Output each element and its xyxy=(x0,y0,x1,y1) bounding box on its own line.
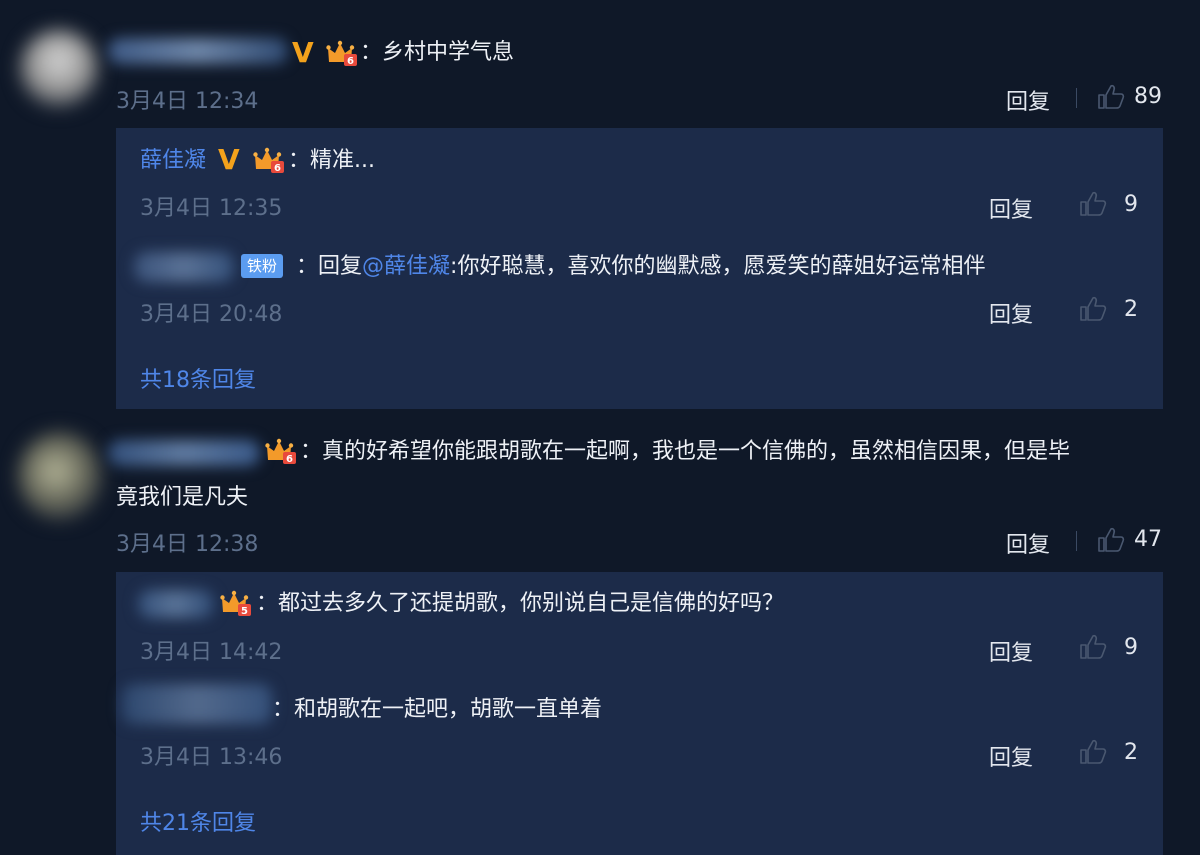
reply-button[interactable]: 回复 xyxy=(989,740,1033,772)
reply-panel: ：都过去多久了还提胡歌，你别说自己是信佛的好吗？ 3月4日 14:42 回复 9… xyxy=(116,572,1163,855)
username-blurred[interactable] xyxy=(122,684,272,724)
like-count: 2 xyxy=(1124,297,1138,322)
like-count: 9 xyxy=(1124,635,1138,660)
thumbs-up-icon[interactable] xyxy=(1079,296,1107,322)
username-blurred[interactable] xyxy=(108,440,260,466)
reply-text: ：都过去多久了还提胡歌，你别说自己是信佛的好吗？ xyxy=(256,591,785,616)
reply-button[interactable]: 回复 xyxy=(989,297,1033,329)
avatar[interactable] xyxy=(20,30,98,108)
mention-link[interactable]: @薛佳凝 xyxy=(362,254,450,279)
reply-prefix: ：回复 xyxy=(296,254,363,279)
reply-time: 3月4日 14:42 xyxy=(140,640,283,665)
comment-text-line2: 竟我们是凡夫 xyxy=(116,485,249,510)
divider xyxy=(1076,88,1077,108)
like-count: 2 xyxy=(1124,740,1138,765)
crown-level-icon xyxy=(220,590,252,618)
more-replies-link[interactable]: 共18条回复 xyxy=(140,362,256,394)
reply-time: 3月4日 12:35 xyxy=(140,196,283,221)
reply-panel: 薛佳凝 V ：精准... 3月4日 12:35 回复 9 铁粉 ：回复@薛佳凝:… xyxy=(116,128,1163,409)
verified-v-icon: V xyxy=(218,143,240,176)
username-blurred[interactable] xyxy=(134,252,234,282)
reply-text: ：回复@薛佳凝:你好聪慧，喜欢你的幽默感，愿爱笑的薛姐好运常相伴 xyxy=(296,252,985,282)
crown-level-icon xyxy=(265,438,297,466)
thumbs-up-icon[interactable] xyxy=(1097,527,1125,553)
reply-username[interactable]: 薛佳凝 xyxy=(140,148,206,173)
reply-body: :你好聪慧，喜欢你的幽默感，愿爱笑的薛姐好运常相伴 xyxy=(450,254,986,279)
username-blurred[interactable] xyxy=(138,590,214,618)
fan-badge: 铁粉 xyxy=(241,254,284,278)
username-blurred[interactable] xyxy=(108,38,288,64)
reply-button[interactable]: 回复 xyxy=(989,192,1033,224)
reply-text: ：和胡歌在一起吧，胡歌一直单着 xyxy=(272,697,603,722)
avatar[interactable] xyxy=(18,432,102,520)
reply-button[interactable]: 回复 xyxy=(1006,84,1050,116)
crown-level-icon xyxy=(253,147,285,175)
thumbs-up-icon[interactable] xyxy=(1097,84,1125,110)
reply-time: 3月4日 13:46 xyxy=(140,745,283,770)
thumbs-up-icon[interactable] xyxy=(1079,739,1107,765)
comment-text: ：乡村中学气息 xyxy=(360,40,515,65)
like-count: 9 xyxy=(1124,192,1138,217)
like-count: 89 xyxy=(1134,84,1162,109)
divider xyxy=(1076,531,1077,551)
like-count: 47 xyxy=(1134,527,1162,552)
comment-time: 3月4日 12:38 xyxy=(116,532,259,557)
reply-button[interactable]: 回复 xyxy=(989,635,1033,667)
verified-v-icon: V xyxy=(292,36,314,69)
comment-time: 3月4日 12:34 xyxy=(116,89,259,114)
reply-text: ：精准... xyxy=(288,148,375,173)
thumbs-up-icon[interactable] xyxy=(1079,191,1107,217)
comment-text-line1: ：真的好希望你能跟胡歌在一起啊，我也是一个信佛的，虽然相信因果，但是毕 xyxy=(300,439,1071,464)
crown-level-icon xyxy=(326,40,358,68)
reply-time: 3月4日 20:48 xyxy=(140,302,283,327)
reply-text: 薛佳凝 xyxy=(140,146,206,176)
thumbs-up-icon[interactable] xyxy=(1079,634,1107,660)
reply-button[interactable]: 回复 xyxy=(1006,527,1050,559)
more-replies-link[interactable]: 共21条回复 xyxy=(140,805,256,837)
